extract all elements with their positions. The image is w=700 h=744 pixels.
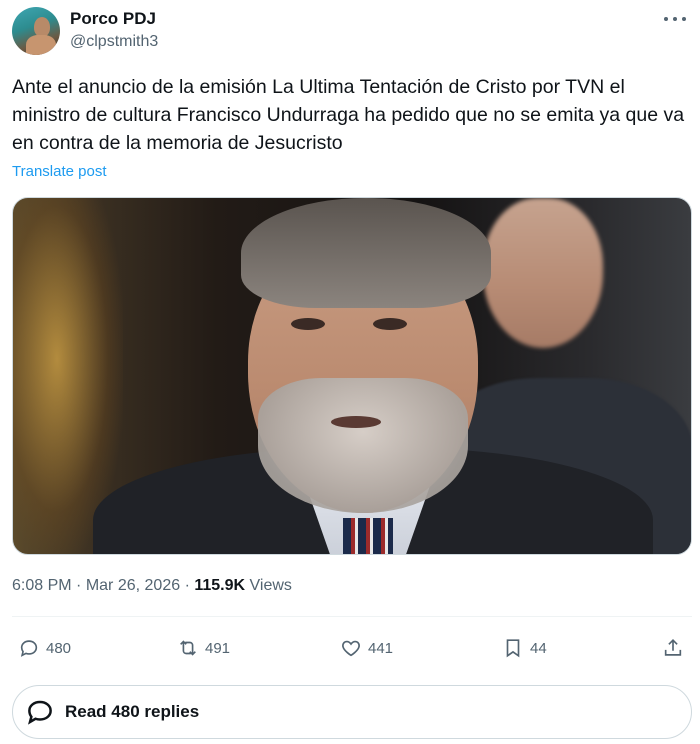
- tweet-text: Ante el anuncio de la emisión La Ultima …: [12, 76, 685, 154]
- more-icon[interactable]: [664, 12, 686, 26]
- repost-button[interactable]: 491: [177, 630, 230, 666]
- like-button[interactable]: 441: [340, 630, 393, 666]
- reply-icon: [20, 640, 38, 657]
- avatar-head: [34, 17, 50, 37]
- bookmark-count: 44: [530, 639, 547, 657]
- translate-post-link[interactable]: Translate post: [12, 162, 107, 182]
- repost-icon: [180, 640, 196, 656]
- avatar[interactable]: [12, 7, 60, 55]
- reply-count: 480: [46, 639, 72, 657]
- read-replies-button[interactable]: Read 480 replies: [12, 685, 692, 739]
- author-handle[interactable]: @clpstmith3: [70, 32, 158, 52]
- like-icon: [342, 640, 360, 657]
- views-label: Views: [249, 577, 292, 594]
- bookmark-button[interactable]: 44: [502, 630, 547, 666]
- meta-separator: ·: [76, 577, 82, 594]
- share-button[interactable]: [662, 630, 684, 666]
- bookmark-icon: [506, 639, 520, 658]
- avatar-body: [26, 35, 56, 55]
- views-count: 115.9K: [194, 577, 246, 594]
- tweet-photo[interactable]: [12, 197, 692, 555]
- meta-separator: ·: [184, 577, 190, 594]
- tweet-date[interactable]: Mar 26, 2026: [86, 577, 180, 594]
- author-display-name[interactable]: Porco PDJ: [70, 9, 156, 29]
- action-bar: 480 491 441 44: [0, 630, 700, 666]
- divider: [12, 616, 692, 617]
- repost-count: 491: [205, 639, 231, 657]
- reply-button[interactable]: 480: [18, 630, 71, 666]
- tweet-metadata: 6:08 PM · Mar 26, 2026 · 115.9K Views: [12, 576, 292, 596]
- like-count: 441: [368, 639, 394, 657]
- tweet-time[interactable]: 6:08 PM: [12, 577, 72, 594]
- share-icon: [664, 639, 682, 656]
- conversation-icon: [28, 700, 52, 725]
- read-replies-label: Read 480 replies: [65, 702, 200, 721]
